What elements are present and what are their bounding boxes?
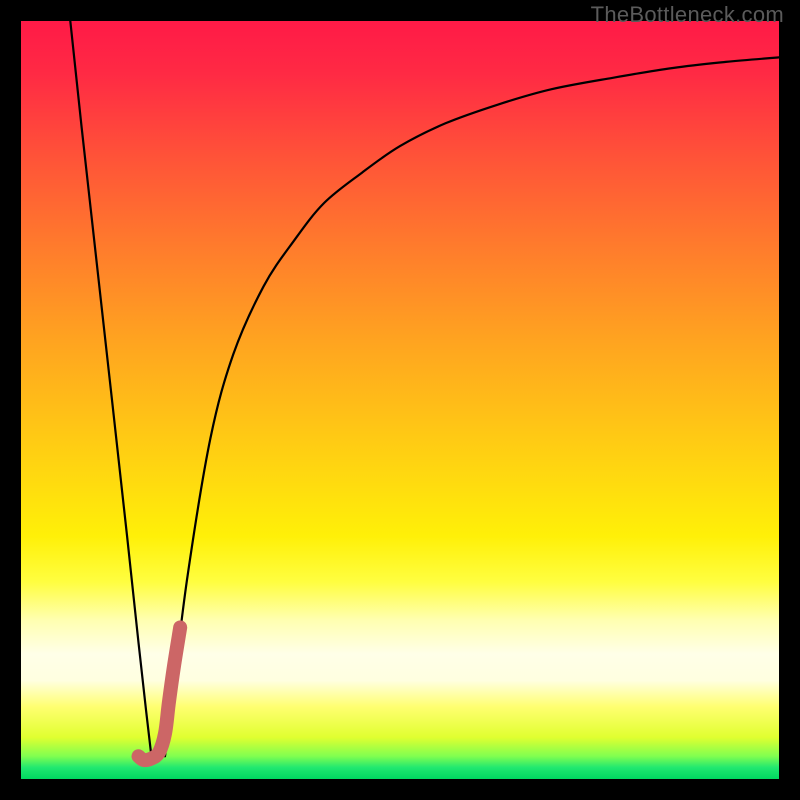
chart-frame: TheBottleneck.com xyxy=(0,0,800,800)
left-line xyxy=(70,21,151,756)
right-curve xyxy=(165,57,779,756)
plot-area xyxy=(21,21,779,779)
watermark-text: TheBottleneck.com xyxy=(591,2,784,28)
curves-layer xyxy=(21,21,779,779)
